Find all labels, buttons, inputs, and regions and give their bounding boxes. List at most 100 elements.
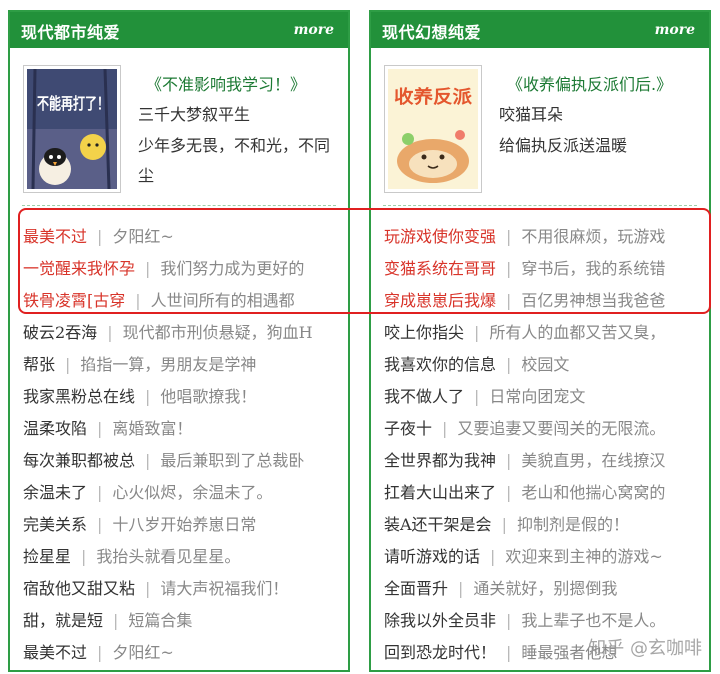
featured-book: 收养反派 《收养偏执反派们后.》 咬猫耳朵 给偏执反派送温暖 — [371, 65, 709, 195]
book-title-link[interactable]: 我不做人了 — [384, 387, 464, 406]
separator: | — [97, 515, 103, 534]
book-title-link[interactable]: 变猫系统在哥哥 — [384, 259, 496, 278]
list-item: 帮张 | 掐指一算，男朋友是学神 — [23, 349, 346, 381]
featured-book-title[interactable]: 《收养偏执反派们后.》 — [507, 71, 672, 95]
separator: | — [506, 611, 512, 630]
book-title-link[interactable]: 温柔攻陷 — [23, 419, 87, 438]
book-title-link[interactable]: 装A还干架是会 — [384, 515, 492, 534]
featured-book-description: 给偏执反派送温暖 — [499, 136, 628, 155]
book-description: 掐指一算，男朋友是学神 — [80, 355, 257, 374]
list-item: 请听游戏的话 | 欢迎来到主神的游戏~ — [384, 541, 707, 573]
book-title-link[interactable]: 完美关系 — [23, 515, 87, 534]
list-item: 玩游戏使你变强 | 不用很麻烦，玩游戏 — [384, 221, 707, 253]
panel-header: 现代都市纯爱 more — [10, 12, 348, 48]
book-description: 校园文 — [521, 355, 570, 374]
book-description: 老山和他揣心窝窝的 — [521, 483, 666, 502]
separator: | — [474, 323, 480, 342]
panel-header: 现代幻想纯爱 more — [371, 12, 709, 48]
separator: | — [506, 483, 512, 502]
watermark: 知乎 @玄咖啡 — [588, 638, 702, 659]
list-item: 装A还干架是会 | 抑制剂是假的！ — [384, 509, 707, 541]
featured-book-author: 咬猫耳朵 — [499, 105, 564, 124]
more-link[interactable]: more — [294, 22, 334, 38]
separator: | — [506, 355, 512, 374]
separator: | — [474, 387, 480, 406]
panel-title: 现代都市纯爱 — [21, 23, 121, 42]
book-title-link[interactable]: 扛着大山出来了 — [384, 483, 496, 502]
book-title-link[interactable]: 我喜欢你的信息 — [384, 355, 496, 374]
separator: | — [442, 419, 448, 438]
book-title-link[interactable]: 帮张 — [23, 355, 55, 374]
separator: | — [490, 547, 496, 566]
featured-book: 不能再打了！ 《不准影响我学习！》 三千大梦叙平生 少年多无畏，不和光，不同尘 — [10, 65, 348, 195]
book-description: 通关就好，别摁倒我 — [473, 579, 618, 598]
book-title-link[interactable]: 咬上你指尖 — [384, 323, 464, 342]
book-title-link[interactable]: 我家黑粉总在线 — [23, 387, 135, 406]
book-title-link[interactable]: 回到恐龙时代！ — [384, 643, 496, 662]
list-item: 全面晋升 | 通关就好，别摁倒我 — [384, 573, 707, 605]
featured-book-title[interactable]: 《不准影响我学习！》 — [146, 71, 306, 95]
list-item: 甜，就是短 | 短篇合集 — [23, 605, 346, 637]
book-title-link[interactable]: 铁骨凌霄[古穿 — [23, 291, 125, 310]
separator: | — [506, 643, 512, 662]
list-item: 宿敌他又甜又粘 | 请大声祝福我们！ — [23, 573, 346, 605]
book-title-link[interactable]: 请听游戏的话 — [384, 547, 480, 566]
book-description: 我上辈子也不是人。 — [521, 611, 666, 630]
divider — [22, 205, 336, 206]
book-description: 抑制剂是假的！ — [516, 515, 629, 534]
book-title-link[interactable]: 全面晋升 — [384, 579, 448, 598]
list-item: 我不做人了 | 日常向团宠文 — [384, 381, 707, 413]
separator: | — [145, 451, 151, 470]
book-description: 短篇合集 — [128, 611, 193, 630]
book-cover[interactable]: 收养反派 — [384, 65, 482, 193]
list-item: 变猫系统在哥哥 | 穿书后，我的系统错 — [384, 253, 707, 285]
featured-book-description: 少年多无畏，不和光，不同尘 — [138, 136, 331, 185]
book-description: 美貌直男，在线撩汉 — [521, 451, 666, 470]
book-description: 日常向团宠文 — [489, 387, 586, 406]
book-title-link[interactable]: 甜，就是短 — [23, 611, 103, 630]
book-title-link[interactable]: 全世界都为我神 — [384, 451, 496, 470]
list-item: 全世界都为我神 | 美貌直男，在线撩汉 — [384, 445, 707, 477]
separator: | — [97, 643, 103, 662]
book-list: 最美不过 | 夕阳红~ 一觉醒来我怀孕 | 我们努力成为更好的 铁骨凌霄[古穿 | 人世间所有的… — [23, 221, 346, 669]
book-title-link[interactable]: 玩游戏使你变强 — [384, 227, 496, 246]
book-description: 最后兼职到了总裁卧 — [160, 451, 305, 470]
book-title-link[interactable]: 穿成崽崽后我爆 — [384, 291, 496, 310]
separator: | — [97, 419, 103, 438]
book-description: 他唱歌撩我！ — [160, 387, 257, 406]
book-title-link[interactable]: 除我以外全员非 — [384, 611, 496, 630]
more-link[interactable]: more — [655, 22, 695, 38]
book-title-link[interactable]: 最美不过 — [23, 643, 87, 662]
separator: | — [501, 515, 507, 534]
list-item: 余温未了 | 心火似烬，余温未了。 — [23, 477, 346, 509]
list-item: 温柔攻陷 | 离婚致富！ — [23, 413, 346, 445]
book-title-link[interactable]: 每次兼职都被总 — [23, 451, 135, 470]
book-description: 百亿男神想当我爸爸 — [521, 291, 666, 310]
book-cover-image: 收养反派 — [388, 69, 478, 189]
separator: | — [506, 291, 512, 310]
book-title-link[interactable]: 一觉醒来我怀孕 — [23, 259, 135, 278]
separator: | — [107, 323, 113, 342]
book-description: 离婚致富！ — [112, 419, 193, 438]
book-cover[interactable]: 不能再打了！ — [23, 65, 121, 193]
book-title-link[interactable]: 余温未了 — [23, 483, 87, 502]
book-title-link[interactable]: 破云2吞海 — [23, 323, 97, 342]
separator: | — [145, 387, 151, 406]
separator: | — [135, 291, 141, 310]
separator: | — [145, 579, 151, 598]
book-title-link[interactable]: 最美不过 — [23, 227, 87, 246]
book-title-link[interactable]: 捡星星 — [23, 547, 71, 566]
book-description: 欢迎来到主神的游戏~ — [505, 547, 663, 566]
panel-title: 现代幻想纯爱 — [382, 23, 482, 42]
list-item: 我家黑粉总在线 | 他唱歌撩我！ — [23, 381, 346, 413]
list-item: 最美不过 | 夕阳红~ — [23, 637, 346, 669]
book-title-link[interactable]: 宿敌他又甜又粘 — [23, 579, 135, 598]
book-list: 玩游戏使你变强 | 不用很麻烦，玩游戏 变猫系统在哥哥 | 穿书后，我的系统错 穿成崽崽后我… — [384, 221, 707, 669]
list-item: 子夜十 | 又要追妻又要闯关的无限流。 — [384, 413, 707, 445]
list-item: 穿成崽崽后我爆 | 百亿男神想当我爸爸 — [384, 285, 707, 317]
book-title-link[interactable]: 子夜十 — [384, 419, 432, 438]
cover-title-text: 收养反派 — [394, 86, 473, 108]
list-item: 捡星星 | 我抬头就看见星星。 — [23, 541, 346, 573]
book-description: 人世间所有的相遇都 — [150, 291, 295, 310]
book-description: 十八岁开始养崽日常 — [112, 515, 257, 534]
